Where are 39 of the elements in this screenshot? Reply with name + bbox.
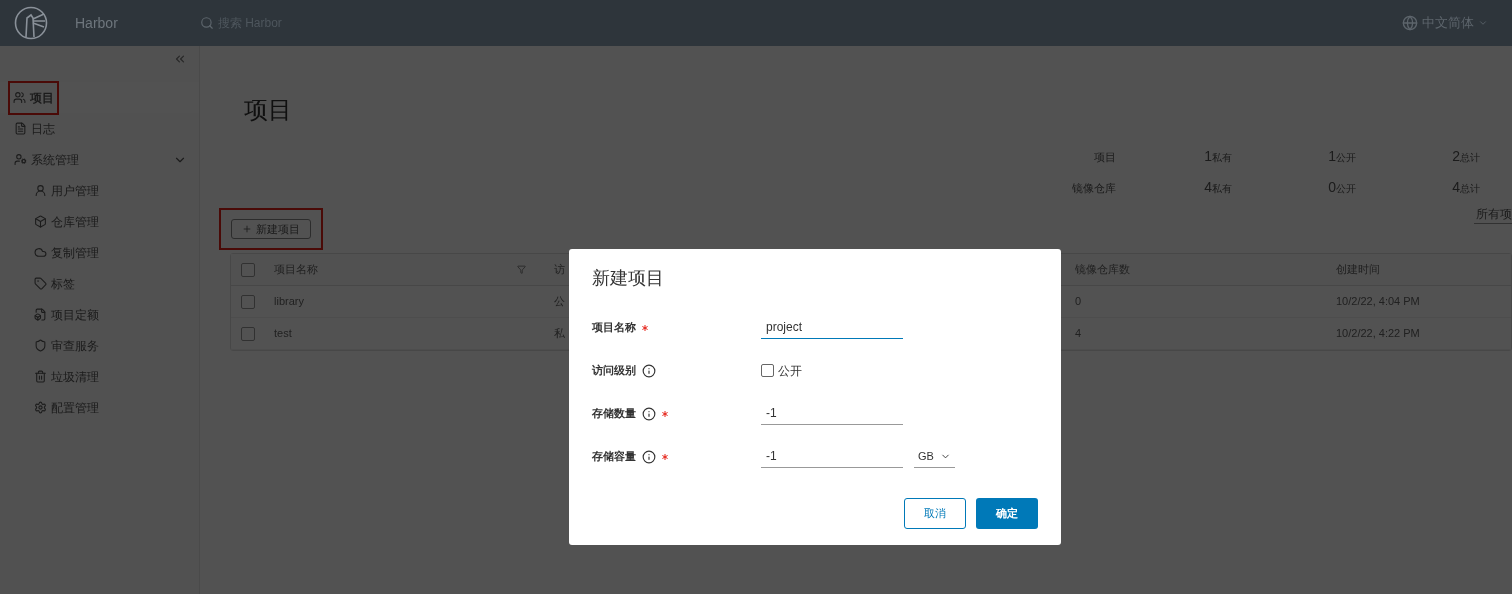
filter-icon[interactable] (517, 265, 526, 274)
row-checkbox[interactable] (241, 326, 255, 341)
info-icon[interactable] (642, 363, 656, 378)
info-icon[interactable] (642, 406, 656, 421)
brand-name: Harbor (75, 13, 118, 33)
collapse-icon[interactable] (173, 52, 187, 66)
confirm-button[interactable]: 确定 (976, 498, 1038, 529)
item-icon (14, 153, 27, 166)
cancel-button[interactable]: 取消 (904, 498, 966, 529)
item-icon (34, 401, 47, 414)
item-icon (34, 370, 47, 383)
item-icon (13, 91, 26, 104)
item-icon (34, 308, 47, 321)
globe-icon (1402, 15, 1418, 31)
unit-select[interactable]: GB (914, 445, 955, 468)
input-field[interactable]: -1 (761, 445, 903, 468)
search-icon (199, 16, 214, 30)
checkbox-label: 公开 (778, 362, 802, 380)
plus-icon (242, 224, 252, 234)
lighthouse-logo-icon (14, 6, 48, 40)
input-field[interactable]: project (761, 316, 903, 339)
caret-icon (1478, 18, 1488, 28)
info-icon[interactable] (642, 449, 656, 464)
item-icon (34, 184, 47, 197)
public-checkbox[interactable] (761, 364, 774, 377)
field-label: 项目名称 (592, 320, 636, 336)
input-field[interactable]: -1 (761, 402, 903, 425)
field-label: 存储容量 (592, 449, 636, 465)
field-label: 存储数量 (592, 406, 636, 422)
field-label: 访问级别 (592, 363, 636, 379)
row-checkbox[interactable] (241, 294, 255, 309)
item-icon (34, 277, 47, 290)
dialog-title: 新建项目 (592, 267, 665, 290)
item-icon (14, 122, 27, 135)
item-icon (34, 215, 47, 228)
select-all-checkbox[interactable] (241, 262, 255, 277)
page-title: 项目 (244, 95, 293, 125)
item-icon (34, 246, 47, 259)
item-icon (34, 339, 47, 352)
